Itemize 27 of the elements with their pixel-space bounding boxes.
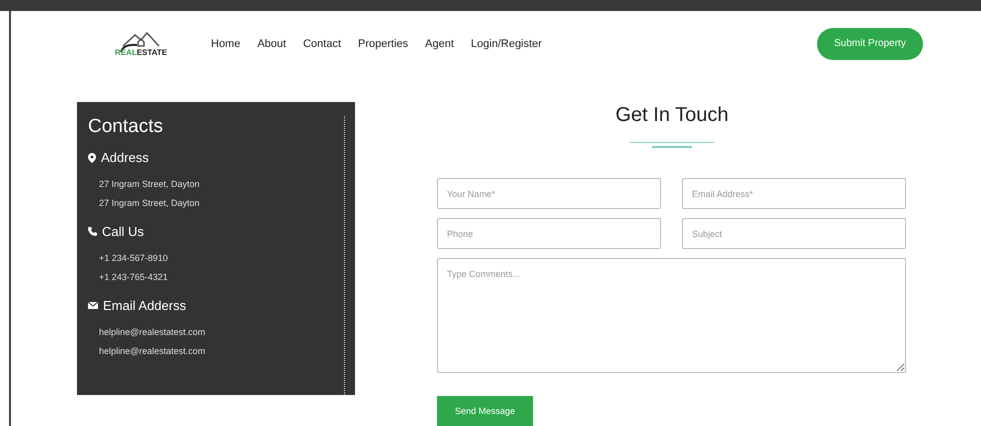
logo-text[interactable]: ESTATE (136, 48, 168, 57)
section-heading: Call Us (102, 224, 144, 239)
phone-icon (88, 227, 97, 236)
envelope-icon (88, 302, 98, 309)
logo-text[interactable]: REAL (114, 48, 137, 57)
contact-detail: helpline@realestatest.com (99, 327, 206, 337)
input-field[interactable]: Email Address* (682, 178, 906, 209)
input-field[interactable]: Your Name* (437, 178, 661, 209)
nav-link[interactable]: Agent (425, 38, 454, 50)
contact-detail: +1 234-567-8910 (99, 253, 168, 263)
section-heading: Address (101, 150, 149, 165)
input-field[interactable]: Subject (682, 218, 906, 249)
nav-link[interactable]: Properties (358, 38, 408, 50)
contact-detail: +1 243-765-4321 (99, 272, 168, 282)
contact-detail: helpline@realestatest.com (99, 346, 206, 356)
nav-link[interactable]: Home (211, 38, 240, 50)
nav-link[interactable]: Contact (303, 38, 342, 50)
section-heading: Email Adderss (103, 298, 186, 313)
input-field[interactable]: Phone (437, 218, 661, 249)
contact-detail: 27 Ingram Street, Dayton (99, 198, 200, 208)
location-pin-icon (88, 152, 96, 162)
panel-title: Contacts (88, 116, 164, 138)
contact-detail: 27 Ingram Street, Dayton (99, 179, 200, 189)
nav-link[interactable]: About (257, 38, 286, 50)
nav-link[interactable]: Login/Register (470, 38, 542, 50)
form-title: Get In Touch (614, 103, 730, 127)
comments-field[interactable]: Type Comments... (437, 258, 906, 373)
